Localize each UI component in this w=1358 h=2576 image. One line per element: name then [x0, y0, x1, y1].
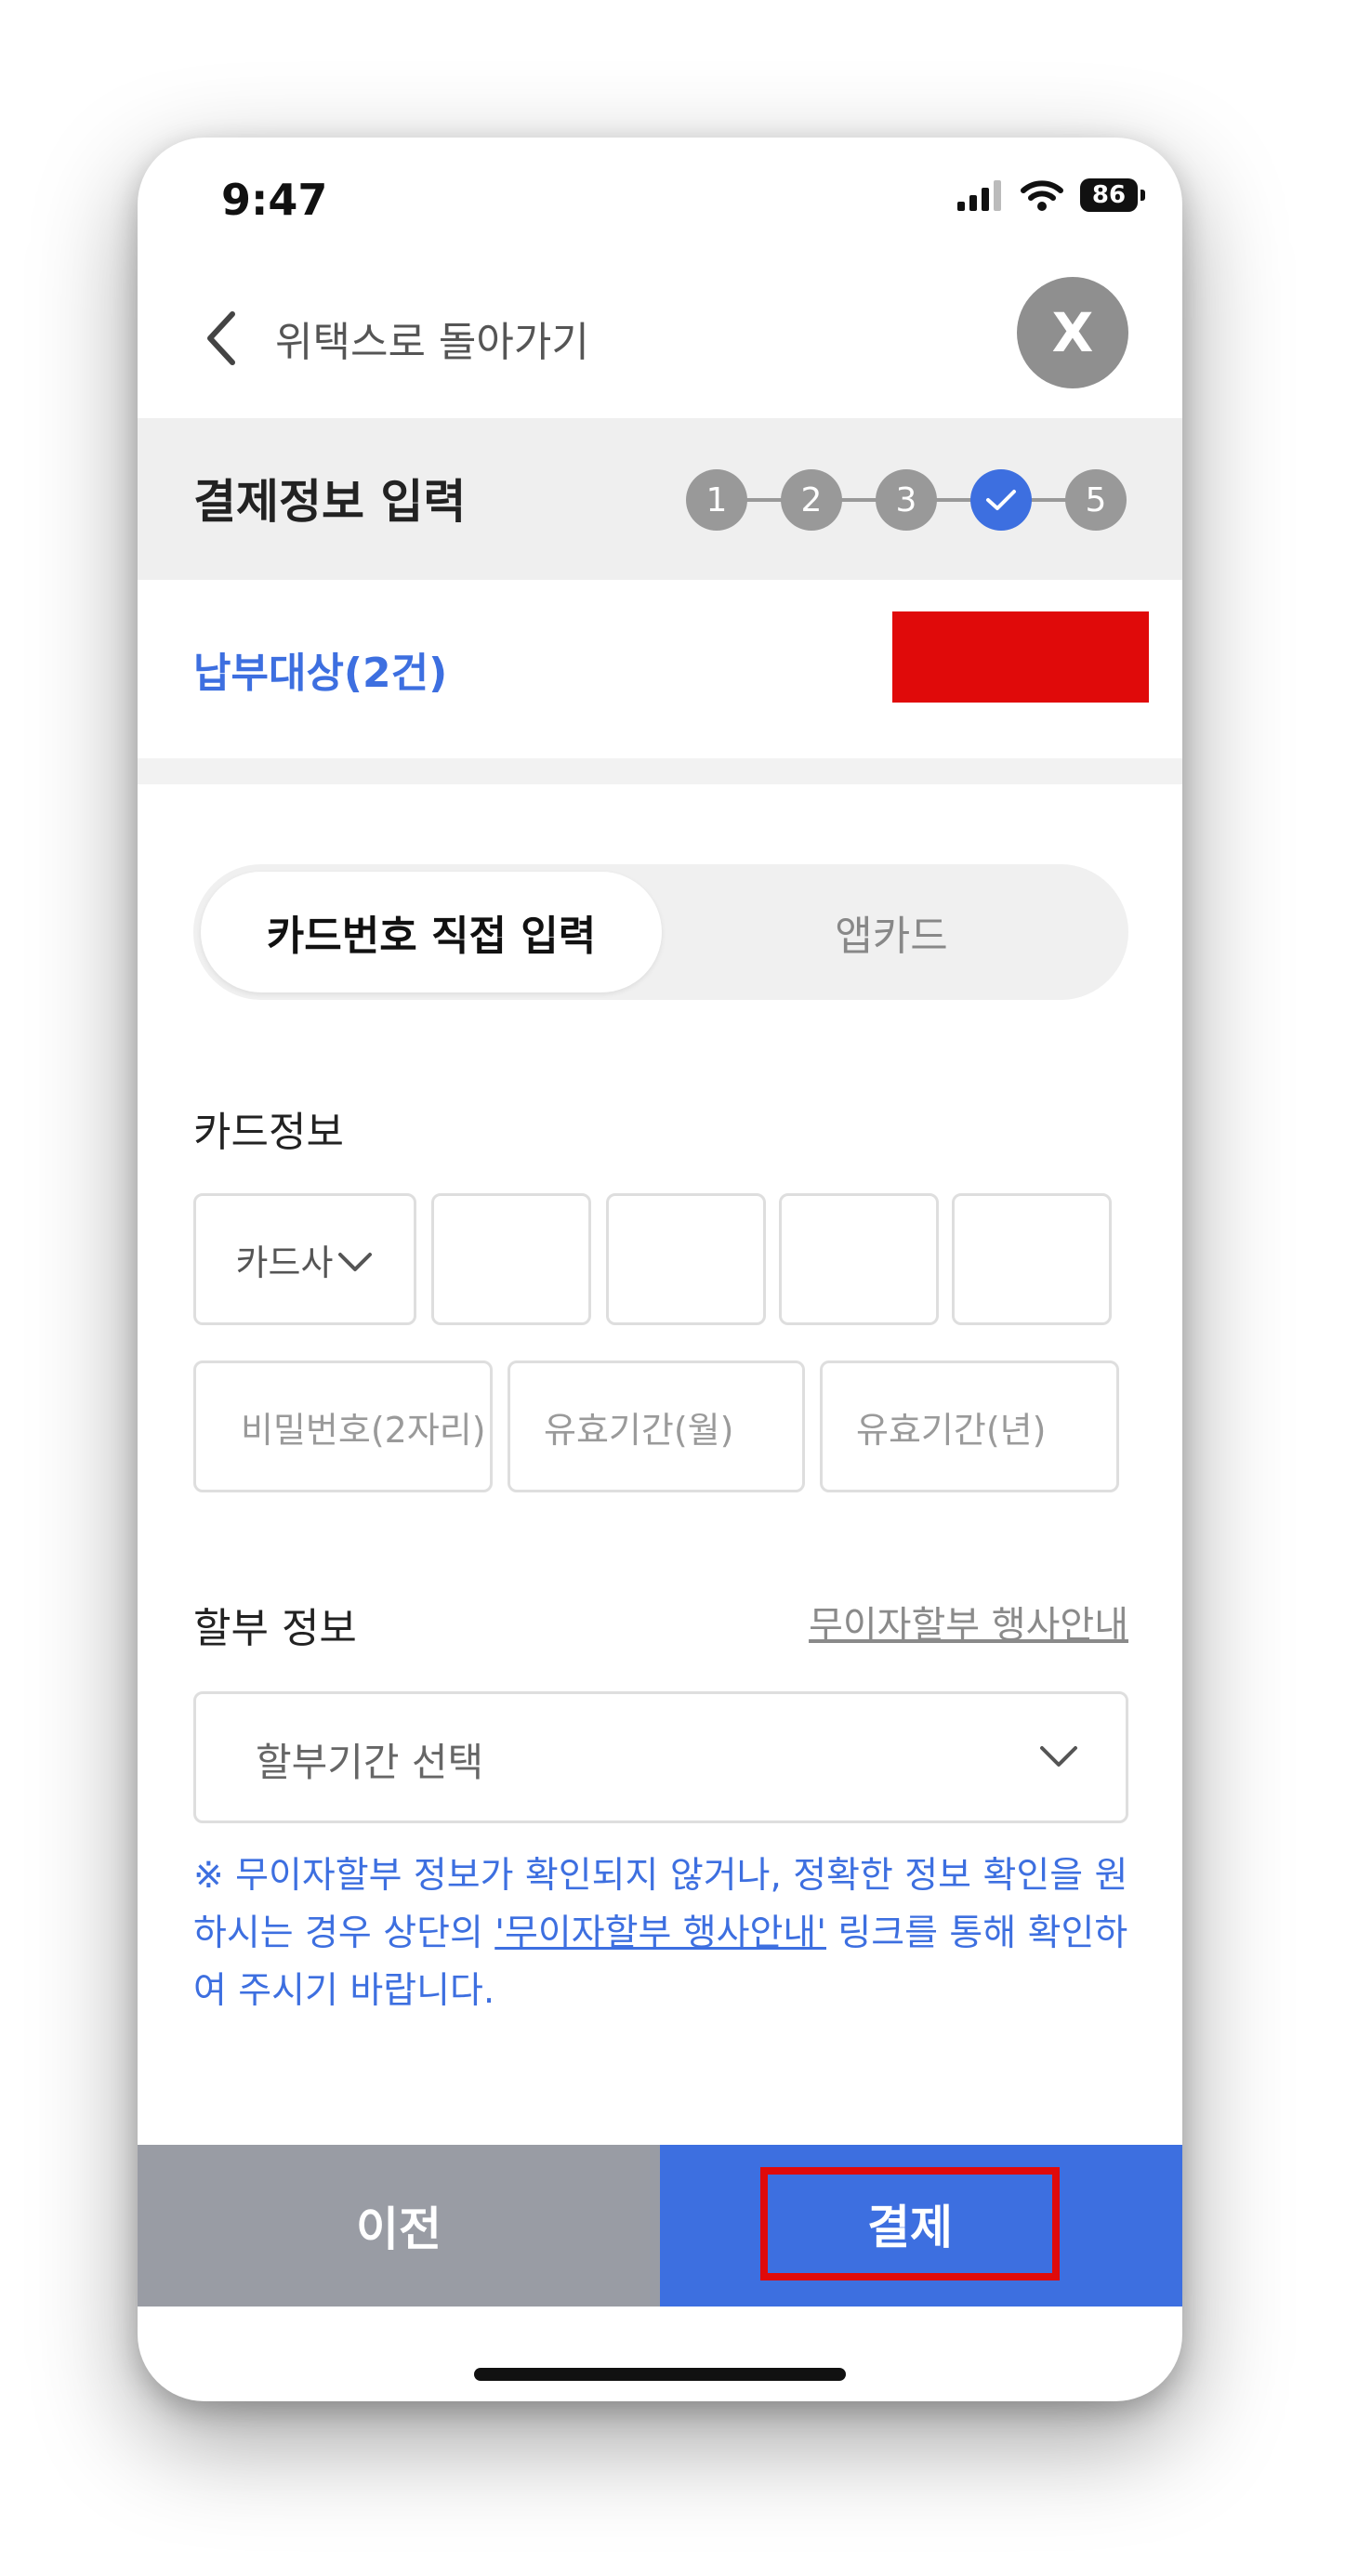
battery-icon: 86	[1080, 178, 1145, 212]
home-indicator	[474, 2368, 846, 2381]
section-divider	[138, 758, 1182, 784]
status-time: 9:47	[221, 175, 328, 225]
step-header: 결제정보 입력 1 2 3 5	[138, 418, 1182, 580]
check-icon	[986, 490, 1016, 510]
page-title: 결제정보 입력	[193, 475, 467, 529]
step-2: 2	[781, 469, 842, 531]
payment-method-toggle: 카드번호 직접 입력 앱카드	[193, 864, 1128, 1000]
close-button[interactable]: X	[1017, 277, 1128, 388]
step-3: 3	[876, 469, 937, 531]
status-icons: 86	[957, 178, 1145, 212]
expiry-month-field[interactable]: 유효기간(월)	[508, 1360, 805, 1492]
payment-target-label: 납부대상(2건)	[193, 650, 448, 697]
card-number-field-3[interactable]	[779, 1193, 939, 1325]
previous-button[interactable]: 이전	[138, 2145, 660, 2307]
step-4-current	[970, 469, 1032, 531]
pay-button-area[interactable]: 결제	[660, 2145, 1182, 2307]
step-5: 5	[1065, 469, 1127, 531]
installment-label: 할부 정보	[193, 1605, 357, 1652]
chevron-down-icon	[1040, 1746, 1077, 1767]
card-number-field-1[interactable]	[431, 1193, 591, 1325]
expiry-month-placeholder: 유효기간(월)	[544, 1409, 734, 1451]
installment-notice: ※ 무이자할부 정보가 확인되지 않거나, 정확한 정보 확인을 원하시는 경우…	[193, 1847, 1132, 2020]
wifi-icon	[1021, 180, 1063, 211]
card-number-field-4[interactable]	[952, 1193, 1112, 1325]
card-number-field-2[interactable]	[606, 1193, 766, 1325]
expiry-year-placeholder: 유효기간(년)	[856, 1409, 1047, 1451]
card-issuer-label: 카드사	[235, 1242, 334, 1283]
back-link[interactable]: 위택스로 돌아가기	[275, 309, 589, 368]
card-password-placeholder: 비밀번호(2자리)	[241, 1409, 486, 1451]
pay-button[interactable]: 결제	[760, 2167, 1060, 2280]
step-1: 1	[686, 469, 747, 531]
expiry-year-field[interactable]: 유효기간(년)	[820, 1360, 1119, 1492]
installment-period-select[interactable]: 할부기간 선택	[193, 1691, 1128, 1823]
redacted-amount	[892, 611, 1149, 703]
chevron-down-icon	[338, 1253, 373, 1271]
back-arrow-icon[interactable]	[203, 310, 240, 366]
card-issuer-select[interactable]: 카드사	[193, 1193, 416, 1325]
card-password-field[interactable]: 비밀번호(2자리)	[193, 1360, 493, 1492]
installment-placeholder: 할부기간 선택	[256, 1740, 484, 1785]
notice-link[interactable]: '무이자할부 행사안내'	[494, 1912, 826, 1954]
interest-free-info-link[interactable]: 무이자할부 행사안내	[809, 1595, 1128, 1649]
phone-screen: 9:47 86 위택스로 돌아가기 X 결제정보 입력 1 2 3 5 납부대상…	[138, 138, 1182, 2401]
signal-icon	[957, 180, 1001, 211]
tab-direct-card-input[interactable]: 카드번호 직접 입력	[201, 872, 662, 992]
card-info-label: 카드정보	[193, 1109, 344, 1156]
tab-app-card[interactable]: 앱카드	[662, 872, 1121, 992]
